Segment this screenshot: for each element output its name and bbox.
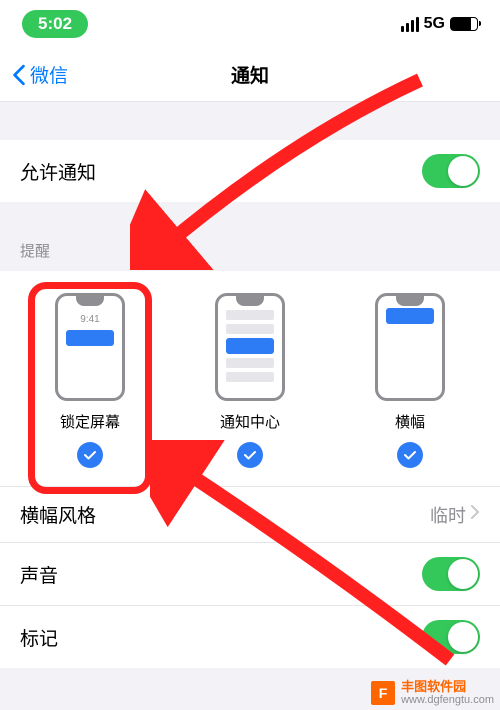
back-button[interactable]: 微信 <box>0 61 68 88</box>
watermark: F 丰图软件园 www.dgfengtu.com <box>371 680 494 706</box>
page-title: 通知 <box>0 61 500 88</box>
back-label: 微信 <box>30 61 68 88</box>
allow-notifications-toggle[interactable] <box>422 154 480 188</box>
badge-row[interactable]: 标记 <box>0 605 500 668</box>
check-icon <box>82 447 98 463</box>
banner-preview-icon <box>375 293 445 401</box>
alert-item-notification-center[interactable]: 通知中心 <box>215 293 285 468</box>
badge-toggle[interactable] <box>422 620 480 654</box>
alert-item-banner[interactable]: 横幅 <box>375 293 445 468</box>
sound-row[interactable]: 声音 <box>0 542 500 605</box>
sound-label: 声音 <box>20 561 58 588</box>
watermark-logo-icon: F <box>371 681 395 705</box>
chevron-right-icon <box>470 504 480 525</box>
notification-center-label: 通知中心 <box>220 411 280 432</box>
allow-notifications-card: 允许通知 <box>0 140 500 202</box>
banner-check[interactable] <box>397 442 423 468</box>
alert-item-lockscreen[interactable]: 9:41 锁定屏幕 <box>55 293 125 468</box>
battery-icon <box>450 17 478 31</box>
network-label: 5G <box>424 15 445 33</box>
banner-label: 横幅 <box>395 411 425 432</box>
allow-notifications-row[interactable]: 允许通知 <box>0 140 500 202</box>
allow-notifications-label: 允许通知 <box>20 158 96 185</box>
banner-style-label: 横幅风格 <box>20 501 96 528</box>
status-bar: 5:02 5G <box>0 0 500 48</box>
watermark-url: www.dgfengtu.com <box>401 694 494 706</box>
notification-center-check[interactable] <box>237 442 263 468</box>
notification-center-preview-icon <box>215 293 285 401</box>
lockscreen-check[interactable] <box>77 442 103 468</box>
nav-bar: 微信 通知 <box>0 48 500 102</box>
alerts-section-header: 提醒 <box>0 240 500 271</box>
status-right: 5G <box>401 15 478 33</box>
banner-style-row[interactable]: 横幅风格 临时 <box>0 486 500 542</box>
watermark-title: 丰图软件园 <box>401 680 494 694</box>
alerts-card: 9:41 锁定屏幕 通知中心 <box>0 271 500 668</box>
check-icon <box>242 447 258 463</box>
signal-icon <box>401 17 419 32</box>
badge-label: 标记 <box>20 624 58 651</box>
lockscreen-label: 锁定屏幕 <box>60 411 120 432</box>
alerts-grid: 9:41 锁定屏幕 通知中心 <box>0 271 500 486</box>
lockscreen-preview-icon: 9:41 <box>55 293 125 401</box>
status-time: 5:02 <box>22 10 88 38</box>
sound-toggle[interactable] <box>422 557 480 591</box>
banner-style-value: 临时 <box>430 502 466 528</box>
chevron-left-icon <box>12 64 26 86</box>
check-icon <box>402 447 418 463</box>
